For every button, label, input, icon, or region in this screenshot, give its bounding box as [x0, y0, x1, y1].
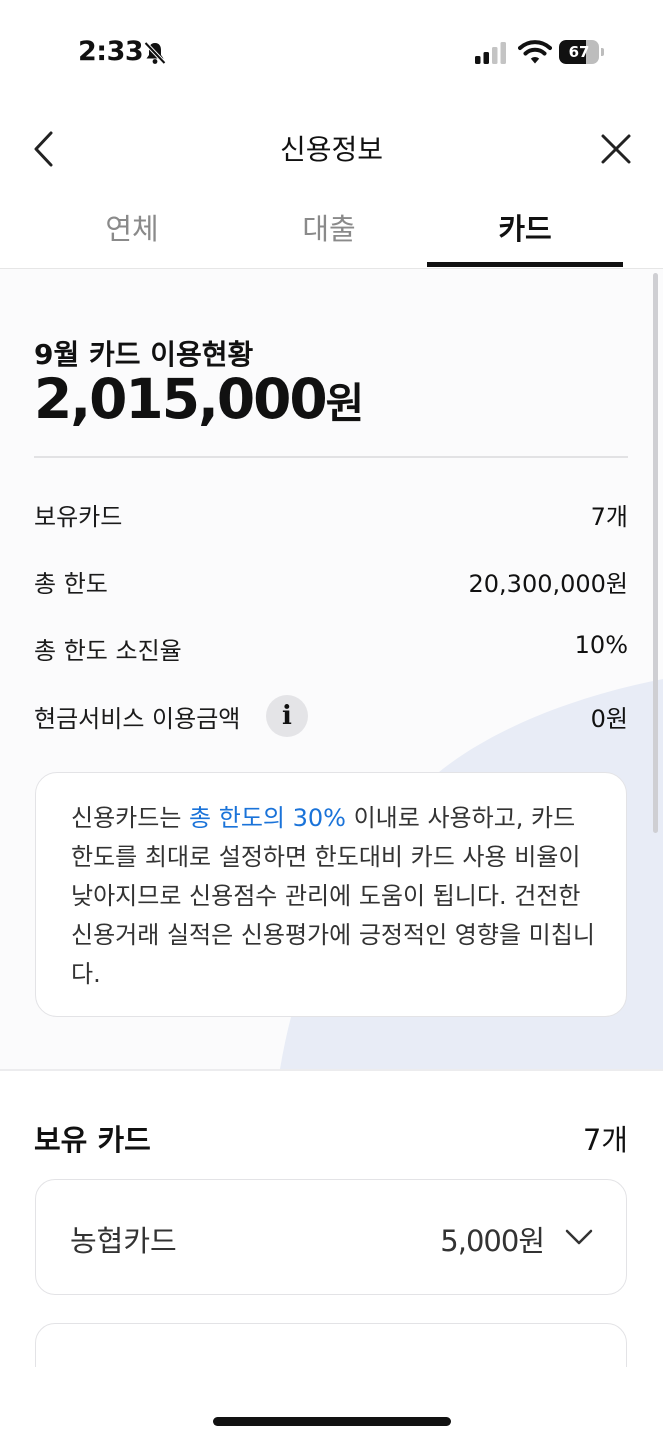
- nav-bar: 신용정보: [0, 110, 663, 190]
- tab-card[interactable]: 카드: [427, 206, 623, 248]
- tip-prefix: 신용카드는: [71, 804, 190, 832]
- row-label: 총 한도: [34, 570, 108, 598]
- active-tab-indicator: [427, 262, 623, 267]
- credit-tip-box: 신용카드는 총 한도의 30% 이내로 사용하고, 카드 한도를 최대로 설정하…: [35, 772, 627, 1017]
- close-button close-icon[interactable]: [596, 128, 636, 170]
- credit-tip-text: 신용카드는 총 한도의 30% 이내로 사용하고, 카드 한도를 최대로 설정하…: [71, 799, 596, 994]
- owned-cards-title: 보유 카드: [34, 1123, 151, 1157]
- card-usage-summary: 9월 카드 이용현황 2,015,000원 보유카드 7개 총 한도 20,30…: [0, 269, 663, 1069]
- row-value: 20,300,000원: [468, 570, 629, 598]
- scrollbar[interactable]: [653, 273, 658, 833]
- card-amount: 5,000원: [440, 1224, 545, 1258]
- card-name: 농협카드: [70, 1224, 177, 1258]
- divider: [34, 456, 628, 458]
- tip-highlight: 총 한도의 30%: [189, 804, 346, 832]
- info-icon[interactable]: i: [266, 695, 308, 737]
- usage-amount-value: 2,015,000: [34, 367, 328, 431]
- info-row-limit-usage-rate: 총 한도 소진율 10%: [34, 627, 628, 667]
- wifi-icon: [518, 40, 552, 64]
- info-row-total-limit: 총 한도 20,300,000원: [34, 560, 628, 600]
- tab-loan[interactable]: 대출: [231, 206, 427, 248]
- row-value: 0원: [590, 705, 628, 733]
- home-indicator[interactable]: [213, 1417, 451, 1426]
- info-row-owned-cards: 보유카드 7개: [34, 493, 628, 533]
- chevron-down-icon[interactable]: [564, 1222, 594, 1252]
- owned-cards-section: 보유 카드 7개 농협카드 5,000원: [0, 1071, 663, 1367]
- row-value: 10%: [574, 631, 628, 659]
- card-list-item[interactable]: [35, 1323, 627, 1367]
- row-label: 보유카드: [34, 503, 123, 531]
- page-title: 신용정보: [279, 133, 384, 166]
- cellular-signal-icon: [475, 42, 506, 64]
- usage-amount: 2,015,000원: [34, 367, 364, 431]
- status-time: 2:33: [78, 36, 144, 67]
- usage-amount-unit: 원: [325, 379, 365, 428]
- status-bar: 2:33 67: [0, 0, 663, 100]
- battery-level: 67: [568, 43, 590, 61]
- bell-muted-icon: [144, 41, 166, 65]
- tab-overdue[interactable]: 연체: [34, 206, 230, 248]
- row-label: 총 한도 소진율: [34, 637, 182, 665]
- card-list-item[interactable]: 농협카드 5,000원: [35, 1179, 627, 1295]
- info-row-cash-service: 현금서비스 이용금액 i 0원: [34, 695, 628, 737]
- owned-cards-count: 7개: [582, 1123, 628, 1157]
- battery-icon: 67: [559, 40, 605, 64]
- row-value: 7개: [590, 503, 628, 531]
- tab-bar: 연체 대출 카드: [0, 196, 663, 269]
- row-label: 현금서비스 이용금액: [34, 705, 241, 733]
